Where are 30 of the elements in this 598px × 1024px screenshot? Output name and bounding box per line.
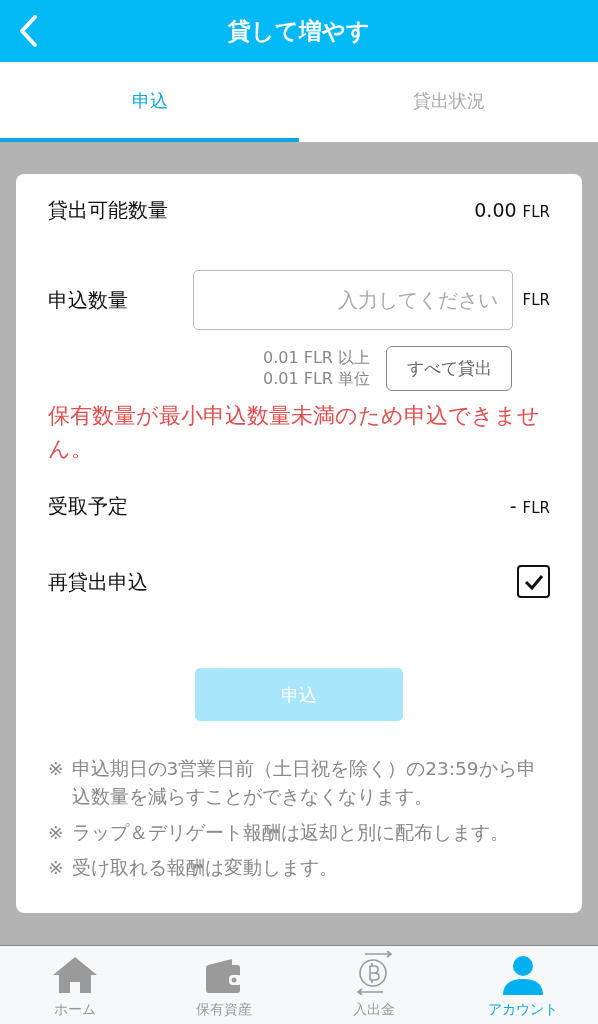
unit-label: FLR: [522, 201, 550, 223]
note-text: ラップ＆デリゲート報酬は返却と別に配布します。: [71, 820, 509, 845]
field-label: 再貸出申込: [48, 568, 148, 596]
note-text: 受け取れる報酬は変動します。: [71, 856, 338, 881]
unit-label: FLR: [522, 497, 550, 519]
field-label: 申込数量: [48, 287, 129, 314]
amount-value: -: [509, 493, 517, 519]
unit-label: FLR: [522, 289, 550, 311]
amount-input-field[interactable]: 入力してください: [192, 270, 513, 330]
nav-tab[interactable]: 保有資産: [149, 946, 299, 1024]
check-icon: [523, 573, 544, 590]
hint-text: 0.01 FLR 単位: [262, 368, 370, 390]
hint-text: 0.01 FLR 以上: [262, 347, 370, 369]
nav-tab[interactable]: 入出金: [299, 946, 449, 1024]
checkbox[interactable]: [517, 565, 550, 598]
page-title: 貸して増やす: [228, 16, 370, 46]
note-text: 申込期日の3営業日前（土日祝を除く）の23:59から申込数量を減らすことができなくなります。: [71, 757, 537, 809]
lend-all-button[interactable]: すべて貸出: [386, 346, 512, 391]
error-message: 保有数量が最小申込数量未満のため申込できません。: [48, 402, 541, 463]
note-mark: ※: [48, 757, 64, 781]
account-icon: [502, 955, 545, 995]
back-icon: [17, 14, 39, 49]
home-icon: [51, 955, 98, 995]
note-mark: ※: [48, 820, 64, 845]
note-mark: ※: [48, 856, 64, 881]
field-label: 貸出可能数量: [48, 197, 168, 224]
field-label: 受取予定: [48, 493, 128, 520]
amount-value: 0.00: [474, 197, 517, 223]
nav-tab[interactable]: アカウント: [448, 946, 598, 1024]
nav-tab[interactable]: ホーム: [0, 946, 150, 1024]
